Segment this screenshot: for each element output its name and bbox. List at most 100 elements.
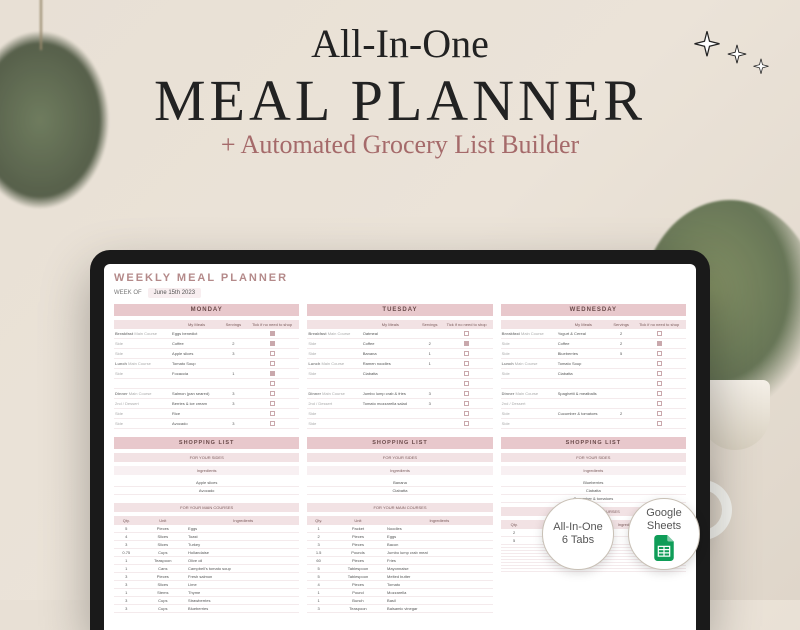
grocery-cell[interactable]: 5 [307, 565, 330, 573]
grocery-cell[interactable]: Blueberries [187, 605, 299, 613]
servings-cell[interactable]: 2 [610, 409, 632, 419]
grocery-cell[interactable]: Olive oil [187, 557, 299, 565]
grocery-cell[interactable]: 3 [307, 605, 330, 613]
meal-cell[interactable]: Banana [362, 349, 419, 359]
checkbox[interactable] [270, 421, 275, 426]
servings-cell[interactable] [222, 329, 245, 339]
servings-cell[interactable]: 1 [419, 359, 441, 369]
ingredient-row[interactable]: Apple slices [114, 479, 299, 487]
servings-cell[interactable]: 3 [222, 399, 245, 409]
grocery-cell[interactable]: Teaspoon [139, 557, 188, 565]
meal-cell[interactable] [362, 379, 419, 389]
servings-cell[interactable] [419, 419, 441, 429]
meal-cell[interactable]: Yogurt & Cereal [557, 329, 610, 339]
meal-cell[interactable]: Focaccia [171, 369, 222, 379]
grocery-cell[interactable]: Tablespoon [330, 573, 386, 581]
ingredient-row[interactable]: Blueberries [501, 479, 686, 487]
servings-cell[interactable]: 1 [222, 369, 245, 379]
servings-cell[interactable]: 3 [222, 389, 245, 399]
grocery-cell[interactable]: 3 [114, 541, 139, 549]
grocery-cell[interactable]: Tomato [386, 581, 493, 589]
grocery-cell[interactable]: Bunch [330, 597, 386, 605]
grocery-cell[interactable]: Balsamic vinegar [386, 605, 493, 613]
servings-cell[interactable] [610, 389, 632, 399]
grocery-cell[interactable]: Pounds [330, 549, 386, 557]
ingredient-row[interactable]: Ciabatta [501, 487, 686, 495]
grocery-cell[interactable]: Pieces [139, 525, 188, 533]
meal-cell[interactable]: Avocado [171, 419, 222, 429]
grocery-cell[interactable]: Basil [386, 597, 493, 605]
grocery-cell[interactable]: Tablespoon [330, 565, 386, 573]
grocery-cell[interactable]: 5 [114, 525, 139, 533]
servings-cell[interactable]: 3 [222, 419, 245, 429]
grocery-cell[interactable]: 2 [501, 529, 528, 537]
grocery-cell[interactable]: Slices [139, 581, 188, 589]
grocery-cell[interactable]: Cups [139, 597, 188, 605]
grocery-cell[interactable]: Packet [330, 525, 386, 533]
servings-cell[interactable] [419, 409, 441, 419]
checkbox[interactable] [464, 391, 469, 396]
meal-cell[interactable]: Rice [171, 409, 222, 419]
servings-cell[interactable]: 2 [222, 339, 245, 349]
grocery-cell[interactable]: Bacon [386, 541, 493, 549]
grocery-cell[interactable] [501, 569, 528, 572]
checkbox[interactable] [464, 331, 469, 336]
grocery-cell[interactable]: 1 [307, 597, 330, 605]
servings-cell[interactable] [419, 369, 441, 379]
checkbox[interactable] [657, 341, 662, 346]
grocery-cell[interactable]: Pieces [330, 533, 386, 541]
servings-cell[interactable]: 3 [222, 349, 245, 359]
grocery-cell[interactable]: 1 [114, 557, 139, 565]
checkbox[interactable] [464, 351, 469, 356]
checkbox[interactable] [270, 371, 275, 376]
grocery-cell[interactable]: 1 [307, 525, 330, 533]
grocery-cell[interactable]: Cups [139, 605, 188, 613]
grocery-cell[interactable]: 3 [114, 605, 139, 613]
meal-cell[interactable] [557, 419, 610, 429]
grocery-cell[interactable]: Toast [187, 533, 299, 541]
grocery-cell[interactable]: Thyme [187, 589, 299, 597]
meal-cell[interactable]: Tomato mozzarella salad [362, 399, 419, 409]
servings-cell[interactable]: 2 [610, 329, 632, 339]
grocery-cell[interactable]: 1 [114, 589, 139, 597]
meal-cell[interactable]: Coffee [171, 339, 222, 349]
servings-cell[interactable]: 3 [419, 389, 441, 399]
checkbox[interactable] [657, 361, 662, 366]
grocery-cell[interactable]: Mayonnaise [386, 565, 493, 573]
meal-cell[interactable]: Ramen noodles [362, 359, 419, 369]
servings-cell[interactable] [610, 419, 632, 429]
meal-cell[interactable]: Spaghetti & meatballs [557, 389, 610, 399]
grocery-cell[interactable]: Noodles [386, 525, 493, 533]
meal-cell[interactable]: Coffee [362, 339, 419, 349]
meal-cell[interactable] [362, 419, 419, 429]
meal-cell[interactable]: Salmon (pan seared) [171, 389, 222, 399]
meal-cell[interactable]: Ciabatta [557, 369, 610, 379]
meal-cell[interactable]: Tomato Soup [171, 359, 222, 369]
ingredient-row[interactable]: Ciabatta [307, 487, 492, 495]
meal-cell[interactable]: Blueberries [557, 349, 610, 359]
grocery-cell[interactable]: 3 [114, 573, 139, 581]
checkbox[interactable] [270, 361, 275, 366]
grocery-cell[interactable]: 5 [501, 537, 528, 545]
checkbox[interactable] [657, 351, 662, 356]
checkbox[interactable] [270, 351, 275, 356]
grocery-cell[interactable]: 2 [307, 533, 330, 541]
meal-cell[interactable]: Berries & ice cream [171, 399, 222, 409]
servings-cell[interactable] [419, 379, 441, 389]
grocery-cell[interactable]: 4 [307, 581, 330, 589]
checkbox[interactable] [270, 391, 275, 396]
grocery-cell[interactable]: 1 [114, 565, 139, 573]
week-of-value[interactable]: June 15th 2023 [148, 288, 201, 298]
grocery-cell[interactable]: Pieces [330, 541, 386, 549]
grocery-cell[interactable]: Fries [386, 557, 493, 565]
meal-cell[interactable] [557, 399, 610, 409]
checkbox[interactable] [657, 331, 662, 336]
grocery-cell[interactable]: Jumbo lump crab meat [386, 549, 493, 557]
grocery-cell[interactable]: Pieces [330, 557, 386, 565]
grocery-cell[interactable]: 3 [114, 581, 139, 589]
grocery-cell[interactable]: Slices [139, 541, 188, 549]
servings-cell[interactable]: 2 [610, 339, 632, 349]
grocery-cell[interactable]: Pieces [330, 581, 386, 589]
grocery-cell[interactable]: Eggs [187, 525, 299, 533]
meal-cell[interactable]: Ciabatta [362, 369, 419, 379]
